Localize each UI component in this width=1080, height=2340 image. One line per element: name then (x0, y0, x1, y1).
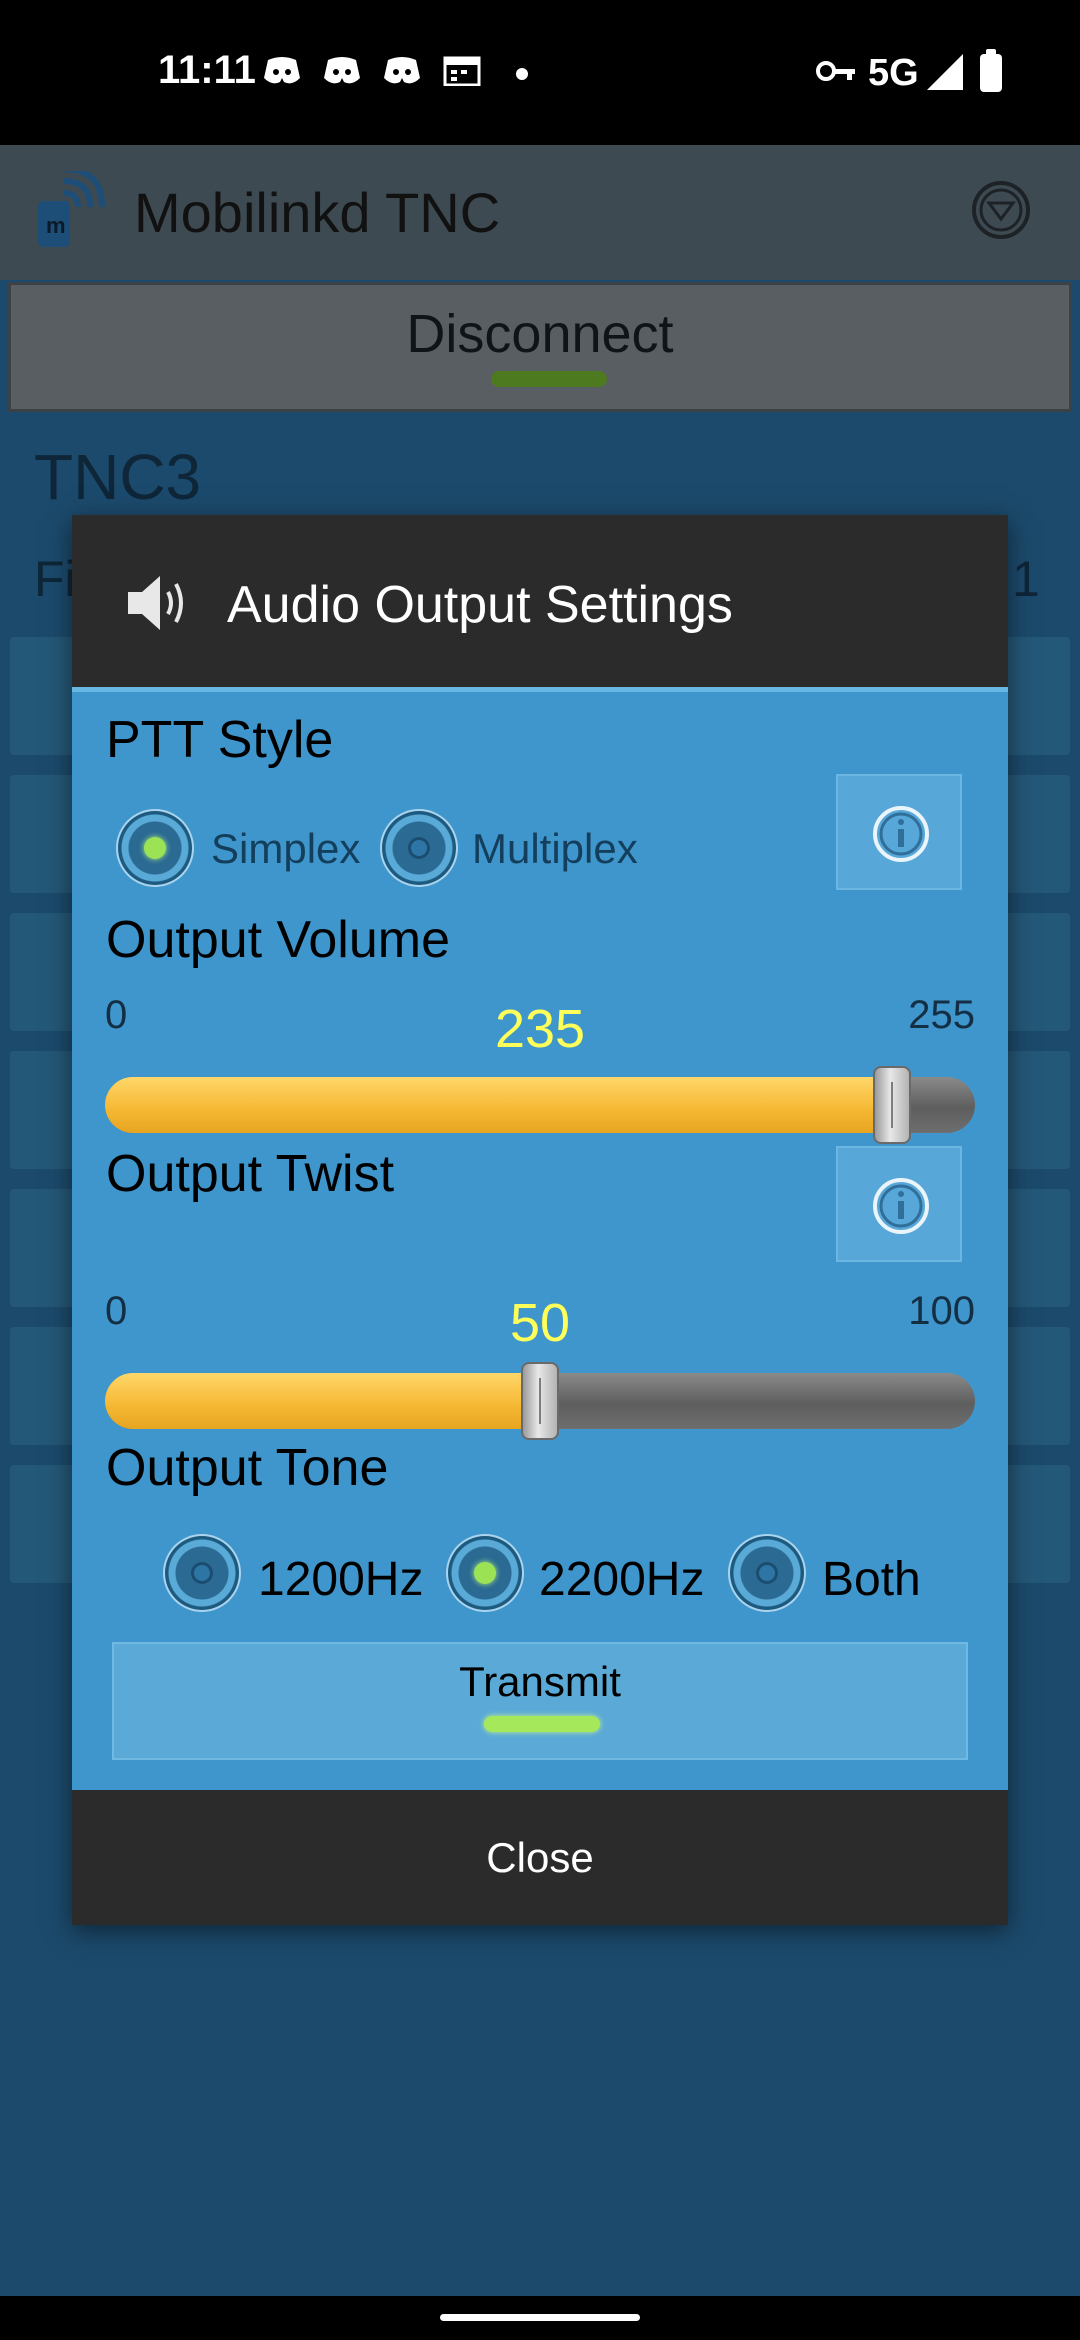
dialog-title: Audio Output Settings (227, 576, 733, 634)
ptt-info-button[interactable] (836, 774, 962, 890)
tone-both-radio[interactable] (728, 1534, 806, 1612)
volume-slider-track[interactable] (105, 1077, 975, 1133)
ptt-multiplex-label: Multiplex (472, 825, 638, 872)
ptt-style-label: PTT Style (106, 711, 334, 769)
dialog-body: PTT Style Simplex Multiplex Output Volum… (72, 687, 1008, 1790)
tone-2200hz-label: 2200Hz (539, 1553, 705, 1606)
twist-slider-thumb[interactable] (521, 1362, 559, 1440)
ptt-simplex-label: Simplex (211, 825, 361, 872)
volume-slider-fill (105, 1077, 892, 1133)
tone-1200hz-radio[interactable] (163, 1534, 241, 1612)
app-title: Mobilinkd TNC (134, 181, 501, 244)
info-icon (873, 1178, 929, 1234)
volume-value: 235 (494, 999, 586, 1059)
status-time: 11:11 (158, 48, 256, 92)
output-twist-label: Output Twist (106, 1145, 395, 1203)
dialog-header: Audio Output Settings (72, 515, 1008, 687)
twist-info-button[interactable] (836, 1146, 962, 1262)
status-bar: 11:11 5G (0, 0, 1080, 145)
svg-text:m: m (46, 213, 66, 238)
discord-icon (324, 57, 360, 84)
dot-icon (516, 68, 528, 80)
vpn-key-icon (816, 61, 855, 81)
navigation-bar (0, 2296, 1080, 2340)
background-fragment-left: Fi (34, 551, 76, 607)
connection-indicator (491, 371, 607, 387)
discord-icon (384, 57, 420, 84)
close-label: Close (486, 1834, 594, 1881)
output-volume-label: Output Volume (106, 911, 450, 969)
audio-output-dialog: Audio Output Settings PTT Style Simplex … (72, 515, 1008, 1925)
transmit-label: Transmit (459, 1658, 621, 1705)
device-name: TNC3 (34, 441, 202, 513)
ptt-simplex-radio[interactable] (116, 809, 194, 887)
disconnect-label: Disconnect (406, 304, 674, 364)
twist-slider-fill (105, 1373, 540, 1429)
tone-1200hz-label: 1200Hz (258, 1553, 424, 1606)
info-icon (873, 806, 929, 862)
twist-value: 50 (509, 1293, 571, 1353)
transmit-indicator (484, 1716, 600, 1732)
network-type: 5G (868, 52, 919, 94)
background-fragment-right: 1 (1012, 551, 1040, 607)
app-bar: m Mobilinkd TNC (0, 145, 1080, 280)
battery-icon (980, 49, 1002, 92)
transmit-button[interactable]: Transmit (112, 1642, 968, 1760)
dropdown-circle-icon[interactable] (970, 179, 1032, 241)
tone-2200hz-radio[interactable] (446, 1534, 524, 1612)
disconnect-button[interactable]: Disconnect (8, 282, 1072, 412)
close-button[interactable]: Close (72, 1790, 1008, 1925)
ptt-multiplex-radio[interactable] (380, 809, 458, 887)
tone-both-label: Both (822, 1553, 921, 1606)
discord-icon (264, 57, 300, 84)
volume-slider-thumb[interactable] (872, 1066, 911, 1144)
output-tone-label: Output Tone (106, 1439, 389, 1497)
calendar-icon (443, 56, 481, 86)
mobilinkd-logo-icon: m (38, 171, 105, 247)
speaker-icon (128, 576, 183, 630)
signal-icon (927, 54, 963, 90)
home-gesture-handle[interactable] (440, 2314, 640, 2321)
